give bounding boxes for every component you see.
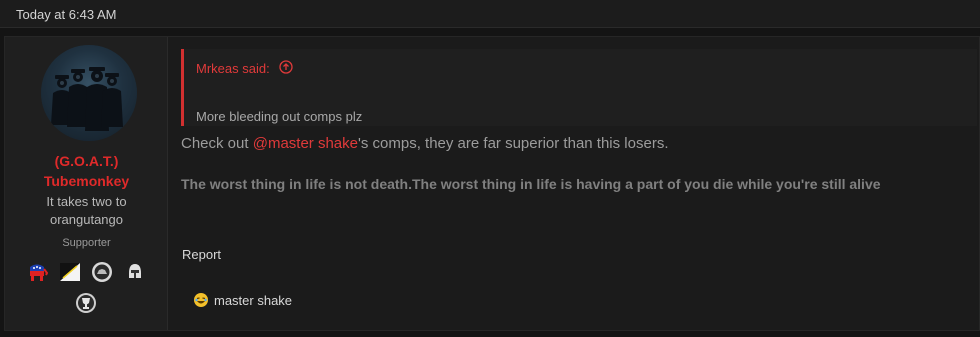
message-prefix: Check out xyxy=(181,135,253,152)
laughing-emoji-icon xyxy=(193,292,209,308)
post-timestamp[interactable]: Today at 6:43 AM xyxy=(16,7,116,22)
avatar[interactable] xyxy=(41,45,137,141)
user-mention-link[interactable]: @master shake xyxy=(253,135,358,152)
badge-icon[interactable] xyxy=(91,261,113,283)
username-line-1[interactable]: (G.O.A.T.) xyxy=(5,153,168,169)
message-text: Check out @master shake's comps, they ar… xyxy=(181,135,668,152)
arrow-up-circle-icon[interactable] xyxy=(278,59,294,75)
quote-author[interactable]: Mrkeas said: xyxy=(196,61,270,76)
username-line-2[interactable]: Tubemonkey xyxy=(5,173,168,189)
post: (G.O.A.T.) Tubemonkey It takes two to or… xyxy=(4,36,980,331)
user-title-line-1: It takes two to xyxy=(46,194,127,209)
trophy-icon[interactable] xyxy=(75,292,97,314)
user-banner: Supporter xyxy=(62,237,111,249)
helmet-icon[interactable] xyxy=(124,261,146,283)
message-suffix: 's comps, they are far superior than thi… xyxy=(357,135,669,152)
user-info-panel: (G.O.A.T.) Tubemonkey It takes two to or… xyxy=(5,37,168,330)
quote-text: More bleeding out comps plz xyxy=(196,109,363,124)
post-header: Today at 6:43 AM xyxy=(0,0,980,28)
elephant-icon[interactable] xyxy=(26,261,48,283)
flag-icon[interactable] xyxy=(59,261,81,283)
quote-block: Mrkeas said: More bleeding out comps plz xyxy=(181,49,977,126)
reaction-user-link[interactable]: master shake xyxy=(214,293,292,308)
report-link[interactable]: Report xyxy=(182,247,221,262)
user-title-line-2: orangutango xyxy=(49,212,123,227)
signature: The worst thing in life is not death.The… xyxy=(181,176,881,192)
